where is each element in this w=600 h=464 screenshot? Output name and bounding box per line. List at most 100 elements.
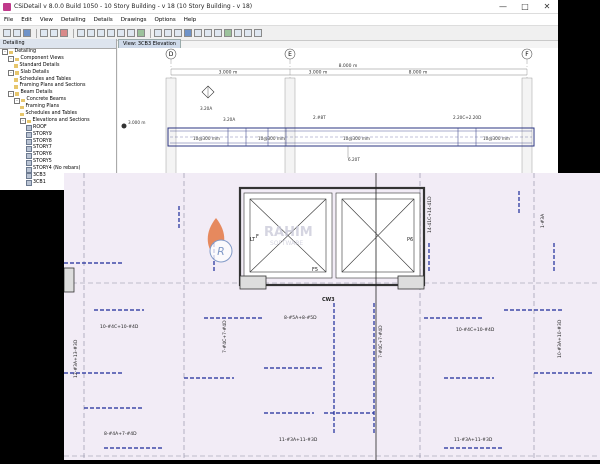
- zoom-in-icon[interactable]: [97, 29, 105, 37]
- dimension-icon[interactable]: [174, 29, 182, 37]
- zoom-extents-icon[interactable]: [127, 29, 135, 37]
- section-marker-icon: [201, 85, 215, 99]
- help-icon[interactable]: [254, 29, 262, 37]
- tree-node[interactable]: - Slab Details: [0, 70, 116, 77]
- folder-icon: [21, 98, 25, 103]
- layer-icon[interactable]: [184, 29, 192, 37]
- folder-icon: [14, 78, 18, 82]
- drawing-icon: [26, 159, 32, 166]
- menu-view[interactable]: View: [36, 17, 57, 23]
- tree-node[interactable]: STORY4 (No rebars): [0, 166, 116, 173]
- label-right-vert: 10-#3A+10-#3D: [557, 319, 563, 358]
- open-icon[interactable]: [13, 29, 21, 37]
- menu-detailing[interactable]: Detailing: [57, 17, 90, 23]
- label-bottom-left: 8-#4A+7-#4D: [104, 431, 137, 437]
- minimize-button[interactable]: —: [492, 0, 514, 13]
- properties-icon[interactable]: [194, 29, 202, 37]
- tree-node[interactable]: - Component Views: [0, 56, 116, 63]
- drawing-icon: [26, 180, 32, 187]
- svg-text:RAHIM: RAHIM: [264, 225, 313, 240]
- collapse-icon[interactable]: -: [20, 118, 26, 125]
- zoom-previous-icon[interactable]: [137, 29, 145, 37]
- tree-node[interactable]: Framing Plans: [0, 104, 116, 111]
- close-button[interactable]: ✕: [536, 0, 558, 13]
- redo-icon[interactable]: [50, 29, 58, 37]
- tree-node[interactable]: - Detailing: [0, 49, 116, 56]
- menu-options[interactable]: Options: [150, 17, 179, 23]
- label-p6: P6: [407, 237, 413, 243]
- grid-bubble-e: E: [284, 48, 296, 60]
- pan-icon[interactable]: [87, 29, 95, 37]
- drawing-icon: [26, 132, 32, 139]
- export-icon[interactable]: [234, 29, 242, 37]
- panel-tab-detailing[interactable]: Detailing: [0, 39, 116, 49]
- label-elev-10: 3.000 m: [128, 120, 145, 125]
- collapse-icon[interactable]: -: [8, 56, 14, 63]
- label-right-mid: 10-#4C+10-#4D: [456, 327, 495, 333]
- collapse-icon[interactable]: -: [8, 70, 14, 77]
- elevation-drawing: D E F 8.000 m 3.000 m 3.000 m 8.000 m 3.…: [118, 48, 558, 190]
- svg-text:R: R: [217, 245, 225, 258]
- folder-icon: [15, 71, 19, 75]
- toolbar-separator: [73, 28, 74, 38]
- menu-edit[interactable]: Edit: [17, 17, 36, 23]
- folder-icon: [15, 92, 19, 96]
- save-icon[interactable]: [23, 29, 31, 37]
- tree-node[interactable]: STORY8: [0, 139, 116, 146]
- menu-bar: File Edit View Detailing Details Drawing…: [0, 14, 558, 26]
- toolbar-separator: [150, 28, 151, 38]
- folder-icon: [14, 64, 18, 68]
- new-icon[interactable]: [3, 29, 11, 37]
- tree-node[interactable]: Framing Plans and Sections: [0, 83, 116, 90]
- tree-node-label: STORY9: [33, 131, 52, 137]
- refresh-icon[interactable]: [60, 29, 68, 37]
- tree-node[interactable]: - Elevations and Sections: [0, 118, 116, 125]
- elevation-canvas[interactable]: D E F 8.000 m 3.000 m 3.000 m 8.000 m 3.…: [118, 48, 558, 190]
- zoom-window-icon[interactable]: [117, 29, 125, 37]
- label-left-vert: 12-#3A+13-#3D: [73, 339, 79, 378]
- collapse-icon[interactable]: -: [8, 90, 14, 97]
- tree-node[interactable]: STORY7: [0, 145, 116, 152]
- folder-icon: [9, 50, 13, 55]
- text-icon[interactable]: [164, 29, 172, 37]
- label-cw3: CW3: [322, 297, 335, 303]
- tree-node[interactable]: STORY9: [0, 132, 116, 139]
- plan-drawing: R RAHIM SOFTWARE F F5 LT P6 CW3 14-41C+1…: [63, 173, 600, 460]
- tree-node-label: Component Views: [20, 55, 64, 61]
- label-far-right: 1-#3A: [540, 213, 546, 228]
- grid-icon[interactable]: [204, 29, 212, 37]
- snap-icon[interactable]: [214, 29, 222, 37]
- drawing-icon: [26, 173, 32, 180]
- folder-icon: [20, 112, 24, 117]
- grid-bubble-d: D: [165, 48, 177, 60]
- undo-icon[interactable]: [40, 29, 48, 37]
- label-elev-1: 3.20A: [200, 106, 212, 111]
- label-f5: F5: [312, 267, 318, 273]
- menu-file[interactable]: File: [0, 17, 17, 23]
- tree-node[interactable]: STORY6: [0, 152, 116, 159]
- menu-drawings[interactable]: Drawings: [117, 17, 151, 23]
- menu-details[interactable]: Details: [90, 17, 117, 23]
- plan-canvas[interactable]: R RAHIM SOFTWARE F F5 LT P6 CW3 14-41C+1…: [63, 173, 600, 460]
- collapse-icon[interactable]: -: [2, 49, 8, 56]
- print-icon[interactable]: [224, 29, 232, 37]
- tree-node-label: Slab Details: [20, 69, 50, 75]
- window-title: CSiDetail v 8.0.0 Build 1050 - 10 Story …: [14, 3, 253, 10]
- measure-icon[interactable]: [154, 29, 162, 37]
- elevation-marker-icon: [121, 123, 127, 129]
- toolbar-separator: [36, 28, 37, 38]
- tree-node[interactable]: Standard Details: [0, 63, 116, 70]
- select-icon[interactable]: [77, 29, 85, 37]
- label-elev-9: 2.#8T: [313, 115, 326, 120]
- tree-node-label: 3CB1: [33, 179, 46, 185]
- label-elev-3: 2.20C+2.20D: [453, 115, 481, 120]
- tree-node[interactable]: Schedules and Tables: [0, 111, 116, 118]
- settings-icon[interactable]: [244, 29, 252, 37]
- maximize-button[interactable]: □: [514, 0, 536, 13]
- tree-node[interactable]: ROOF: [0, 125, 116, 132]
- label-mid-vert-2: 7-#4C+7-#4D: [378, 325, 384, 358]
- menu-help[interactable]: Help: [180, 17, 201, 23]
- column-left: [63, 267, 75, 293]
- collapse-icon[interactable]: -: [14, 97, 20, 104]
- zoom-out-icon[interactable]: [107, 29, 115, 37]
